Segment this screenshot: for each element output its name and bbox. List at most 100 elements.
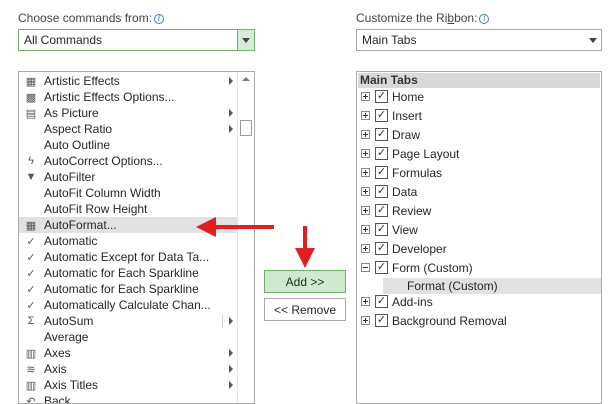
expand-icon[interactable] [361, 187, 370, 196]
command-item[interactable]: AutoFit Column Width [19, 185, 237, 201]
artistic-options-icon: ▩ [25, 91, 37, 104]
tree-header: Main Tabs [358, 73, 600, 88]
command-item[interactable]: Aspect Ratio [19, 121, 237, 137]
command-item[interactable]: ϟ AutoCorrect Options... [19, 153, 237, 169]
expand-icon[interactable] [361, 92, 370, 101]
command-item[interactable]: ▩ Artistic Effects Options... [19, 89, 237, 105]
ribbon-tab-item[interactable]: ✓ Formulas [361, 163, 442, 182]
command-item-label: Average [44, 330, 89, 344]
tab-checkbox[interactable]: ✓ [375, 242, 388, 255]
command-item[interactable]: ▦ Artistic Effects [19, 73, 237, 89]
submenu-arrow-icon [229, 109, 233, 117]
ribbon-tab-label: Formulas [392, 165, 443, 180]
ribbon-tab-item[interactable]: ✓ Background Removal [361, 311, 507, 330]
tab-checkbox[interactable]: ✓ [375, 223, 388, 236]
ribbon-tabs-dropdown[interactable]: Main Tabs [356, 29, 602, 51]
submenu-arrow-icon [229, 317, 233, 325]
command-item-label: Axis Titles [44, 378, 99, 392]
annotation-arrow-down [295, 226, 315, 268]
ribbon-tab-item[interactable]: ✓ Insert [361, 106, 422, 125]
sigma-icon: Σ [27, 315, 35, 327]
submenu-arrow-icon [229, 349, 233, 357]
ribbon-tab-item[interactable]: ✓ View [361, 220, 418, 239]
command-item-label: AutoFormat... [44, 218, 117, 232]
command-item[interactable]: ✓ Automatic for Each Sparkline [19, 281, 237, 297]
command-item[interactable]: Σ AutoSum [19, 313, 237, 329]
ribbon-tab-item[interactable]: ✓ Developer [361, 239, 447, 258]
command-item[interactable]: Auto Outline [19, 137, 237, 153]
commands-source-value: All Commands [24, 33, 103, 47]
no-icon [22, 329, 40, 345]
axes-icon: ▥ [25, 347, 37, 360]
command-item-label: AutoFit Row Height [44, 202, 148, 216]
command-item-label: AutoCorrect Options... [44, 154, 163, 168]
customize-ribbon-caption: Customize the Ribbon: i [356, 11, 490, 25]
tab-checkbox[interactable]: ✓ [375, 204, 388, 217]
dropdown-arrow-button[interactable] [584, 30, 601, 50]
filter-icon: ▼ [25, 171, 37, 183]
command-item[interactable]: ▥ Axis Titles [19, 377, 237, 393]
no-icon [22, 121, 40, 137]
tab-checkbox[interactable]: ✓ [375, 147, 388, 160]
ribbon-tab-item[interactable]: ✓ Page Layout [361, 144, 459, 163]
ribbon-tab-item[interactable]: ✓ Data [361, 182, 417, 201]
ribbon-tab-label: Form (Custom) [392, 260, 473, 275]
command-item[interactable]: ▼ AutoFilter [19, 169, 237, 185]
tab-checkbox[interactable]: ✓ [375, 261, 388, 274]
command-item[interactable]: ✓ Automatic for Each Sparkline [19, 265, 237, 281]
command-item[interactable]: ▥ Axes [19, 345, 237, 361]
expand-icon[interactable] [361, 316, 370, 325]
command-item[interactable]: ✓ Automatic Except for Data Ta... [19, 249, 237, 265]
ribbon-tab-label: Developer [392, 241, 447, 256]
as-picture-icon: ▤ [25, 107, 37, 120]
expand-icon[interactable] [361, 244, 370, 253]
command-item[interactable]: ≋ Axis [19, 361, 237, 377]
ribbon-tab-item[interactable]: ✓ Review [361, 201, 431, 220]
command-item-label: Automatic for Each Sparkline [44, 282, 199, 296]
table-format-icon: ▦ [25, 219, 37, 232]
choose-commands-caption: Choose commands from: i [18, 11, 165, 25]
collapse-icon[interactable] [361, 263, 370, 272]
ribbon-tab-item[interactable]: ✓ Add-ins [361, 292, 433, 311]
command-item-label: Aspect Ratio [44, 122, 113, 136]
add-button[interactable]: Add >> [264, 270, 346, 293]
expand-icon[interactable] [361, 130, 370, 139]
expand-icon[interactable] [361, 111, 370, 120]
tab-checkbox[interactable]: ✓ [375, 314, 388, 327]
expand-icon[interactable] [361, 225, 370, 234]
ribbon-tab-label: Background Removal [392, 313, 507, 328]
expand-icon[interactable] [361, 168, 370, 177]
ribbon-group-format-custom[interactable]: Format (Custom) [383, 278, 601, 294]
command-item-label: Automatic Except for Data Ta... [44, 250, 210, 264]
artistic-effects-icon: ▦ [25, 75, 37, 88]
ribbon-tree[interactable]: Main Tabs ✓ Home ✓ Insert ✓ Draw ✓ Page Layout ✓… [356, 71, 602, 404]
expand-icon[interactable] [361, 206, 370, 215]
axis-titles-icon: ▥ [25, 379, 37, 392]
ribbon-tab-label: Data [392, 184, 418, 199]
tab-checkbox[interactable]: ✓ [375, 128, 388, 141]
tab-checkbox[interactable]: ✓ [375, 109, 388, 122]
command-item-label: AutoFilter [44, 170, 96, 184]
command-item[interactable]: Average [19, 329, 237, 345]
expand-icon[interactable] [361, 149, 370, 158]
command-item-label: Auto Outline [44, 138, 111, 152]
remove-button[interactable]: << Remove [264, 298, 346, 321]
command-item[interactable]: ✓ Automatically Calculate Chan... [19, 297, 237, 313]
no-icon [22, 137, 40, 153]
ribbon-tab-label: Home [392, 89, 425, 104]
scroll-thumb[interactable] [240, 120, 252, 136]
ribbon-tab-item[interactable]: ✓ Home [361, 87, 424, 106]
tab-checkbox[interactable]: ✓ [375, 185, 388, 198]
scroll-up-arrow-icon[interactable] [242, 77, 250, 81]
tab-checkbox[interactable]: ✓ [375, 295, 388, 308]
ribbon-tab-item[interactable]: ✓ Draw [361, 125, 420, 144]
dropdown-arrow-button[interactable] [237, 30, 254, 50]
tab-checkbox[interactable]: ✓ [375, 90, 388, 103]
submenu-arrow-icon [229, 77, 233, 85]
commands-source-dropdown[interactable]: All Commands [18, 29, 255, 51]
ribbon-tab-item[interactable]: ✓ Form (Custom) [361, 258, 473, 277]
command-item[interactable]: ↶ Back [19, 393, 237, 403]
command-item[interactable]: ▤ As Picture [19, 105, 237, 121]
expand-icon[interactable] [361, 297, 370, 306]
tab-checkbox[interactable]: ✓ [375, 166, 388, 179]
